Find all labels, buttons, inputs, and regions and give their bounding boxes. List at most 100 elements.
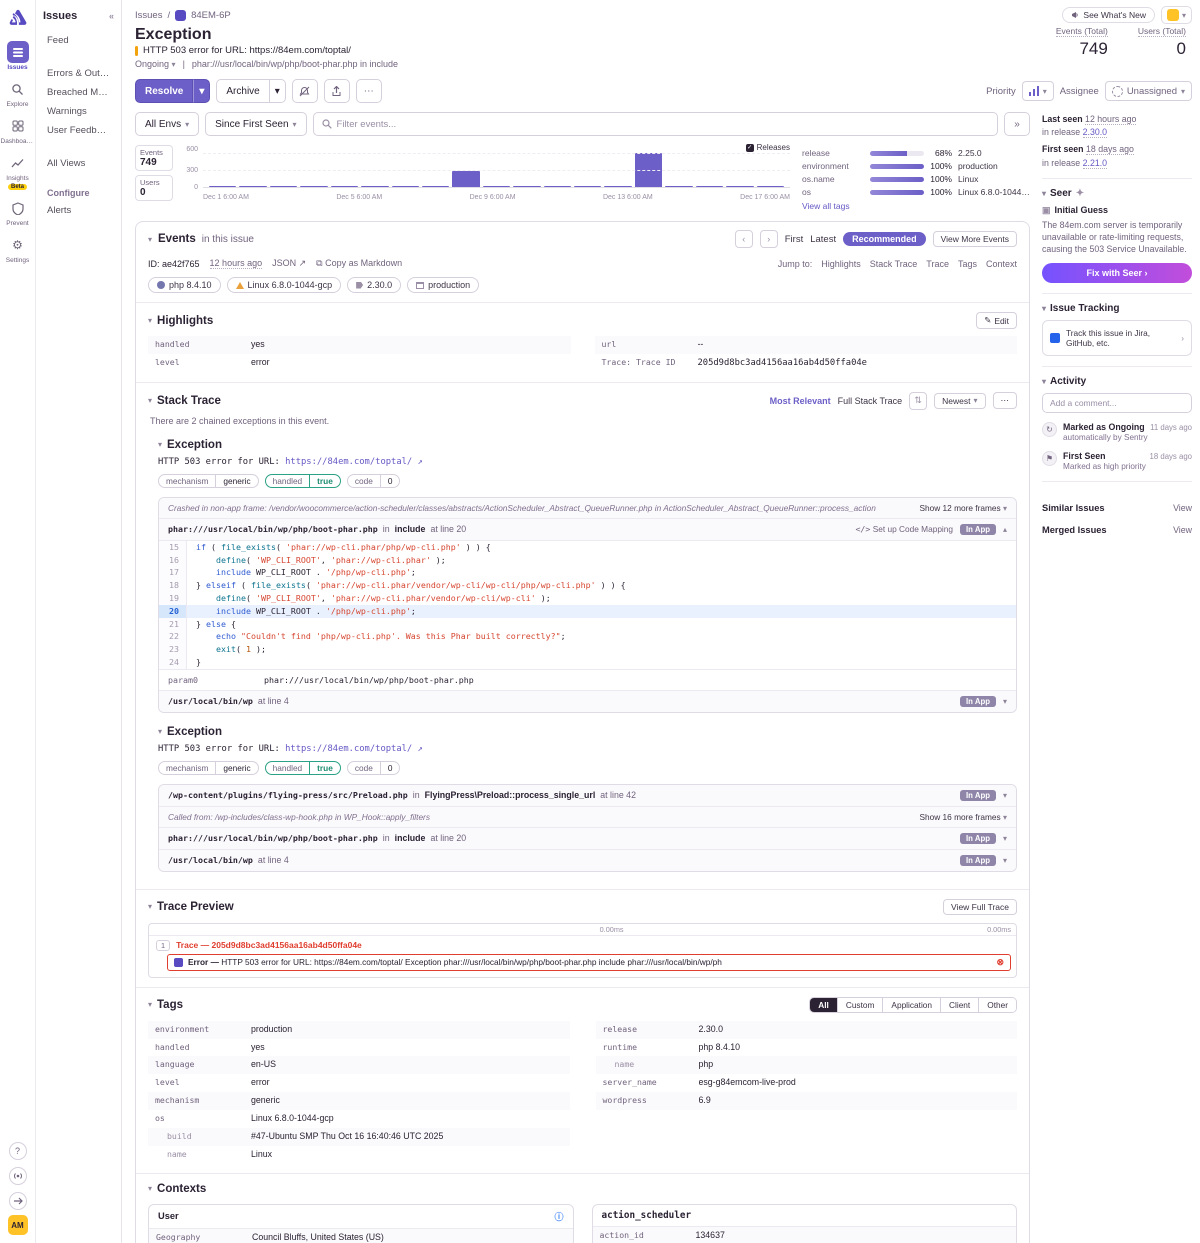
- breadcrumb-issues-link[interactable]: Issues: [135, 10, 162, 21]
- chevron-down-icon[interactable]: ▾: [158, 727, 162, 736]
- view-full-trace-button[interactable]: View Full Trace: [943, 899, 1017, 915]
- view-all-tags-link[interactable]: View all tags: [802, 201, 850, 211]
- chevron-down-icon[interactable]: ▾: [148, 1000, 152, 1009]
- view-more-events-button[interactable]: View More Events: [933, 231, 1017, 247]
- frame-row-collapsed[interactable]: /wp-content/plugins/flying-press/src/Pre…: [159, 785, 1016, 806]
- frame-row-expanded[interactable]: phar:///usr/local/bin/wp/php/boot-phar.p…: [159, 518, 1016, 540]
- resolve-button[interactable]: Resolve: [135, 79, 193, 103]
- tag-summary-row[interactable]: release 68% 2.25.0: [802, 148, 1030, 158]
- show-more-frames-button[interactable]: Show 16 more frames ▾: [920, 812, 1008, 822]
- share-button[interactable]: [324, 79, 350, 103]
- tags-filter-client[interactable]: Client: [940, 998, 978, 1012]
- user-menu-button[interactable]: ▾: [1161, 6, 1192, 24]
- copy-markdown-link[interactable]: ⧉ Copy as Markdown: [316, 258, 402, 269]
- chevron-down-icon[interactable]: ▾: [1003, 791, 1007, 800]
- first-event-link[interactable]: First: [785, 234, 803, 245]
- chevron-down-icon[interactable]: ▾: [148, 902, 152, 911]
- chevron-down-icon[interactable]: ▾: [1042, 189, 1046, 198]
- thread-selector-icon[interactable]: ⇅: [909, 392, 927, 410]
- jump-stack-trace-link[interactable]: Stack Trace: [870, 259, 918, 269]
- first-seen-time[interactable]: 18 days ago: [1086, 144, 1134, 155]
- similar-issues-view-link[interactable]: View: [1173, 503, 1192, 513]
- event-search[interactable]: [313, 112, 998, 136]
- release-link[interactable]: 2.30.0: [699, 1024, 723, 1036]
- last-seen-time[interactable]: 12 hours ago: [1085, 114, 1136, 125]
- rail-item-insights[interactable]: Insights Beta: [1, 150, 35, 192]
- rail-item-dashboards[interactable]: Dashboards: [1, 113, 35, 147]
- chevron-down-icon[interactable]: ▾: [1042, 377, 1046, 386]
- exception-url-link[interactable]: https://84em.com/toptal/: [285, 457, 412, 467]
- trace-error-row[interactable]: Error — HTTP 503 error for URL: https://…: [167, 954, 1011, 971]
- event-search-input[interactable]: [337, 119, 989, 130]
- rail-item-prevent[interactable]: Prevent: [1, 195, 35, 229]
- jump-trace-link[interactable]: Trace: [926, 259, 949, 269]
- chevron-down-icon[interactable]: ▾: [1042, 304, 1046, 313]
- sidebar-item-feed[interactable]: Feed: [43, 32, 114, 49]
- jump-context-link[interactable]: Context: [986, 259, 1017, 269]
- sentry-logo-icon[interactable]: [8, 8, 28, 28]
- json-link[interactable]: JSON ↗: [272, 258, 306, 269]
- sidebar-item-all-views[interactable]: All Views: [43, 155, 114, 172]
- rail-item-settings[interactable]: ⚙ Settings: [1, 232, 35, 266]
- sidebar-item-errors-outages[interactable]: Errors & Outages: [43, 65, 114, 82]
- prev-event-button[interactable]: ‹: [735, 230, 753, 248]
- sidebar-item-user-feedback[interactable]: User Feedback: [43, 122, 114, 139]
- latest-event-link[interactable]: Latest: [810, 234, 836, 245]
- chevron-down-icon[interactable]: ▾: [148, 316, 152, 325]
- whats-new-button[interactable]: See What's New: [1062, 7, 1155, 23]
- runtime-chip[interactable]: php 8.4.10: [148, 277, 221, 293]
- exception-url-link[interactable]: https://84em.com/toptal/: [285, 744, 412, 754]
- sidebar-item-warnings[interactable]: Warnings: [43, 103, 114, 120]
- last-seen-release-link[interactable]: 2.30.0: [1083, 127, 1107, 138]
- first-seen-release-link[interactable]: 2.21.0: [1083, 158, 1107, 169]
- archive-button[interactable]: Archive: [216, 79, 269, 103]
- fix-with-seer-button[interactable]: Fix with Seer ›: [1042, 263, 1192, 283]
- tag-summary-row[interactable]: environment 100% production: [802, 161, 1030, 171]
- stack-options-button[interactable]: ⋯: [993, 392, 1018, 409]
- edit-highlights-button[interactable]: ✎ Edit: [976, 312, 1017, 329]
- expand-panel-button[interactable]: »: [1004, 112, 1030, 136]
- event-id[interactable]: ID: ae42f765: [148, 259, 200, 269]
- releases-checkbox[interactable]: ✓: [746, 144, 754, 152]
- chevron-down-icon[interactable]: ▾: [1003, 856, 1007, 865]
- users-total-label[interactable]: Users (Total): [1138, 26, 1186, 37]
- event-timestamp[interactable]: 12 hours ago: [210, 258, 263, 269]
- tags-filter-custom[interactable]: Custom: [837, 998, 883, 1012]
- most-relevant-toggle[interactable]: Most Relevant: [770, 396, 831, 406]
- chevron-down-icon[interactable]: ▾: [1003, 697, 1007, 706]
- issue-tracking-card[interactable]: Track this issue in Jira, GitHub, etc. ›: [1042, 320, 1192, 356]
- sidebar-item-alerts[interactable]: Alerts: [43, 202, 114, 219]
- chevron-down-icon[interactable]: ▾: [148, 235, 152, 244]
- help-icon[interactable]: ?: [9, 1142, 27, 1160]
- chevron-up-icon[interactable]: ▴: [1003, 525, 1007, 534]
- share-feedback-icon[interactable]: [9, 1192, 27, 1210]
- trace-id-link[interactable]: 205d9d8bc3ad4156aa16ab4d50ffa04e: [698, 358, 867, 370]
- priority-dropdown[interactable]: ▾: [1022, 81, 1054, 101]
- frame-row-collapsed[interactable]: phar:///usr/local/bin/wp/php/boot-phar.p…: [159, 827, 1016, 849]
- tags-filter-application[interactable]: Application: [882, 998, 940, 1012]
- sidebar-item-breached-metrics[interactable]: Breached Metrics: [43, 84, 114, 101]
- environment-chip[interactable]: production: [407, 277, 479, 293]
- chevron-down-icon[interactable]: ▾: [158, 440, 162, 449]
- chevron-down-icon[interactable]: ▾: [1003, 834, 1007, 843]
- environment-filter[interactable]: All Envs ▾: [135, 112, 199, 136]
- next-event-button[interactable]: ›: [760, 230, 778, 248]
- tag-summary-row[interactable]: os 100% Linux 6.8.0-1044-g...: [802, 187, 1030, 197]
- frame-row-collapsed[interactable]: /usr/local/bin/wp at line 4 In App ▾: [159, 690, 1016, 712]
- assignee-dropdown[interactable]: Unassigned ▾: [1105, 81, 1192, 101]
- merged-issues-view-link[interactable]: View: [1173, 525, 1192, 535]
- release-chip[interactable]: 2.30.0: [347, 277, 401, 293]
- archive-dropdown-button[interactable]: ▾: [270, 79, 286, 103]
- crashed-frame-row[interactable]: Crashed in non-app frame: /vendor/woocom…: [159, 498, 1016, 518]
- sort-dropdown[interactable]: Newest ▾: [934, 393, 985, 409]
- trace-root-row[interactable]: 1 Trace — 205d9d8bc3ad4156aa16ab4d50ffa0…: [149, 936, 1016, 954]
- code-mapping-link[interactable]: </> Set up Code Mapping: [855, 524, 953, 534]
- jump-highlights-link[interactable]: Highlights: [821, 259, 861, 269]
- more-actions-button[interactable]: ⋯: [356, 79, 382, 103]
- date-filter[interactable]: Since First Seen ▾: [205, 112, 306, 136]
- comment-input[interactable]: [1042, 393, 1192, 413]
- issue-short-id[interactable]: 84EM-6P: [191, 10, 231, 21]
- tags-filter-other[interactable]: Other: [978, 998, 1016, 1012]
- broadcast-icon[interactable]: [9, 1167, 27, 1185]
- chevron-down-icon[interactable]: ▾: [148, 1184, 152, 1193]
